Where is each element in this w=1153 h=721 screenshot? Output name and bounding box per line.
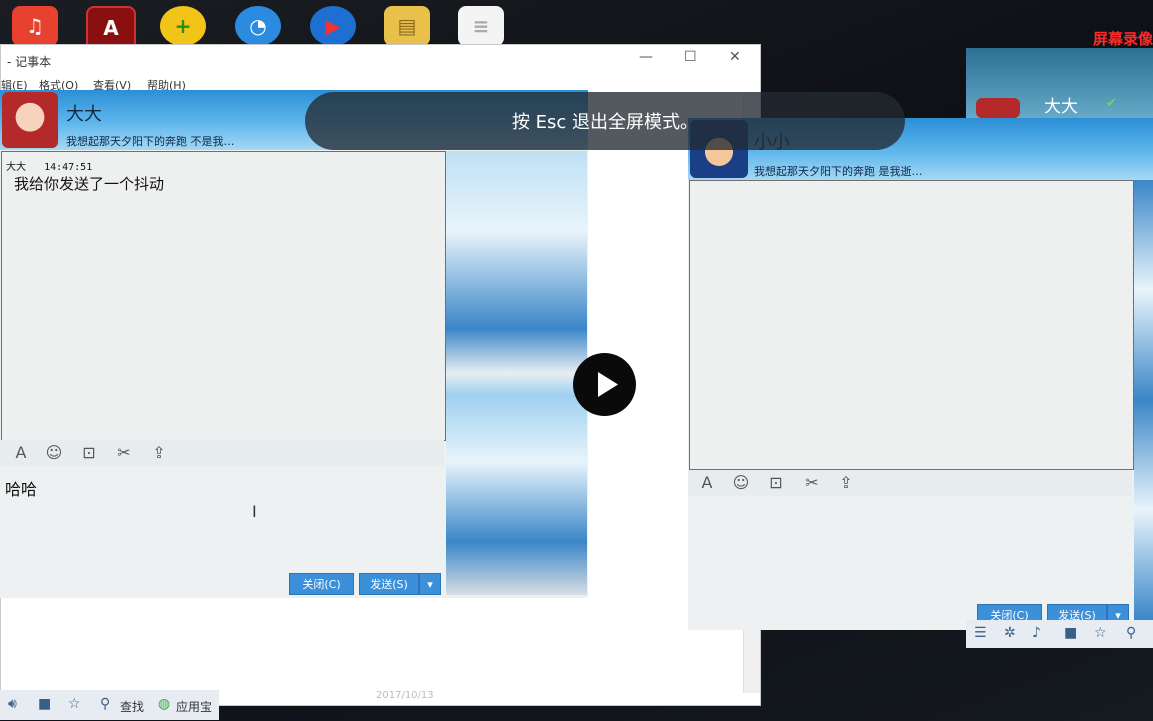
notepad-date: 2017/10/13 (376, 690, 434, 701)
screenshot-icon[interactable]: ⊡ (78, 443, 100, 462)
play-icon (598, 372, 618, 397)
maximize-icon[interactable]: ☐ (684, 49, 697, 65)
close-icon[interactable]: ✕ (729, 49, 741, 65)
font-icon[interactable]: A (10, 443, 32, 462)
appstore-icon[interactable]: ◍ (158, 696, 170, 712)
message-time: 14:47:51 (44, 162, 93, 173)
minimize-icon[interactable]: — (639, 49, 653, 65)
chat-window-left[interactable]: 大大 我想起那天夕阳下的奔跑 不是我… 大大 14:47:51 我给你发送了一个… (0, 90, 588, 598)
settings-icon[interactable]: ✲ (1004, 625, 1016, 641)
folder-icon[interactable]: ■ (1064, 625, 1077, 641)
emoji-icon[interactable]: ☺ (43, 443, 65, 462)
notepad-titlebar: - 记事本 — ☐ ✕ (1, 45, 760, 75)
contact-signature-right: 我想起那天夕阳下的奔跑 是我逝… (754, 165, 923, 178)
upload-icon[interactable]: ⇪ (148, 443, 170, 462)
back-header: 大大 ✔ (966, 48, 1153, 118)
recorder-label: 屏幕录像 (1092, 30, 1153, 48)
show-picture (446, 151, 587, 595)
avatar[interactable] (2, 92, 58, 148)
upload-icon[interactable]: ⇪ (835, 473, 857, 492)
bookmark-icon[interactable]: ☆ (1094, 625, 1107, 641)
message-history[interactable]: 大大 14:47:51 我给你发送了一个抖动 (1, 151, 446, 441)
text-cursor-icon: Ι (252, 502, 257, 521)
close-button[interactable]: 关闭(C) (289, 573, 354, 595)
browser-icon[interactable]: ◔ (235, 6, 281, 46)
input-text: 哈哈 (5, 480, 38, 499)
main-panel-bottom-bar: 🔊︎ ■ ☆ ⚲ 查找 ◍ 应用宝 (0, 690, 219, 720)
volume-icon[interactable]: 🔊︎ (8, 696, 17, 712)
contact-signature: 我想起那天夕阳下的奔跑 不是我… (66, 135, 235, 148)
contact-name: 大大 (66, 104, 102, 125)
search-icon[interactable]: ⚲ (1126, 625, 1136, 641)
document-icon[interactable]: ≡ (458, 6, 504, 46)
input-toolbar: A ☺ ⊡ ✂ ⇪ (0, 440, 444, 466)
chat-window-right[interactable]: 小小 我想起那天夕阳下的奔跑 是我逝… A ☺ ⊡ ✂ ⇪ 关闭(C) 发送(S… (688, 118, 1153, 630)
security-guard-icon[interactable]: + (160, 6, 206, 46)
scissors-icon[interactable]: ✂ (801, 473, 823, 492)
notepad-title: - 记事本 (7, 55, 52, 69)
volume-icon[interactable]: ♪ (1032, 625, 1041, 641)
back-contact-name: 大大 (1044, 97, 1078, 117)
play-button[interactable] (573, 353, 636, 416)
screenshot-icon[interactable]: ⊡ (765, 473, 787, 492)
back-avatar (976, 98, 1020, 118)
back-window-bottom-bar: ☰ ✲ ♪ ■ ☆ ⚲ (966, 620, 1153, 648)
scissors-icon[interactable]: ✂ (113, 443, 135, 462)
folder-icon[interactable]: ■ (38, 696, 51, 712)
bookmark-icon[interactable]: ☆ (68, 696, 81, 712)
font-icon[interactable]: A (696, 473, 718, 492)
folder-icon[interactable]: ▤ (384, 6, 430, 46)
menu-icon[interactable]: ☰ (974, 625, 987, 641)
message-sender: 大大 (6, 162, 26, 173)
message-meta: 大大 14:47:51 (6, 158, 92, 173)
appstore-label[interactable]: 应用宝 (176, 698, 212, 715)
fullscreen-esc-hint: 按 Esc 退出全屏模式。 (305, 92, 905, 150)
message-text: 我给你发送了一个抖动 (14, 175, 165, 193)
emoji-icon[interactable]: ☺ (730, 473, 752, 492)
input-toolbar-right: A ☺ ⊡ ✂ ⇪ (688, 470, 1132, 496)
show-picture-right (1134, 180, 1153, 620)
message-history-right[interactable] (689, 180, 1134, 470)
video-player-icon[interactable]: ▶ (310, 6, 356, 46)
send-options-chevron-icon[interactable]: ▾ (419, 573, 441, 595)
search-icon[interactable]: ⚲ (100, 696, 110, 712)
search-label[interactable]: 查找 (120, 698, 144, 715)
online-status-icon: ✔ (1106, 96, 1117, 111)
send-button[interactable]: 发送(S) (359, 573, 419, 595)
netease-music-icon[interactable]: ♫ (12, 6, 58, 46)
